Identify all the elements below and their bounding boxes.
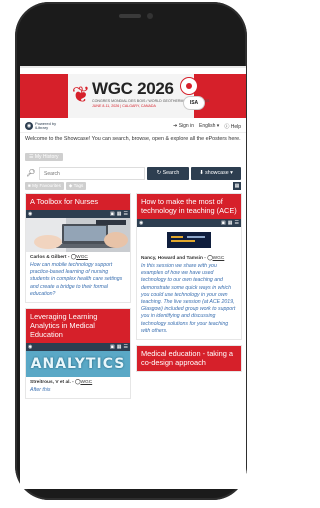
open-icon[interactable]: ▣ (110, 343, 115, 351)
help-link[interactable]: ⓘ Help (224, 123, 241, 130)
menu-icon[interactable]: ☰ (124, 210, 128, 218)
my-history-label: My History (34, 154, 59, 160)
card-title[interactable]: Leveraging Learning Analytics in Medical… (26, 309, 130, 344)
grid-icon[interactable]: ▦ (117, 343, 122, 351)
card-title[interactable]: Medical education - taking a co-design a… (137, 346, 241, 372)
view-icon[interactable]: ◉ (139, 219, 143, 227)
top-links: ➔ Sign in English ▾ ⓘ Help (173, 123, 241, 130)
card-toolbar: ◉ ▣ ▦ ☰ (137, 219, 241, 227)
banner-subline-2: JUNE 8-11, 2026 | CALGARY, CANADA (92, 104, 156, 108)
sign-in-link[interactable]: ➔ Sign in (173, 123, 194, 130)
poster-thumbnail[interactable] (26, 218, 130, 252)
speaker-grille (119, 14, 141, 18)
search-input[interactable] (39, 167, 145, 180)
poster-logo-image (167, 232, 211, 248)
view-icon[interactable]: ◉ (28, 343, 32, 351)
menu-icon[interactable]: ☰ (124, 343, 128, 351)
open-icon[interactable]: ▣ (221, 219, 226, 227)
showcase-dropdown[interactable]: ⬇ showcase ▾ (191, 167, 241, 180)
search-icon: 🔎︎ (26, 170, 36, 177)
column-left: A Toolbox for Nurses ◉ ▣ ▦ ☰ Carlos & Gi… (25, 193, 131, 404)
help-label: Help (230, 123, 241, 130)
brand-icon: ◉ (25, 122, 33, 130)
my-favourites-chip[interactable]: ■ My Favourites (25, 182, 64, 190)
showcase-label: showcase (205, 170, 229, 176)
search-button[interactable]: ↻ Search (147, 167, 189, 180)
brand-line-2: iLibrary (35, 125, 49, 130)
author-name: Nancy, Howard and Tamsin (141, 256, 203, 261)
laptop-hands-image (26, 218, 130, 252)
camera-dot (147, 13, 153, 19)
card-description[interactable]: How can mobile technology support practi… (26, 262, 130, 302)
phone-home-bar (33, 489, 229, 490)
author-name: Streitrous, V et al. (30, 380, 71, 386)
grid-icon[interactable]: ▦ (228, 219, 233, 227)
card-title[interactable]: How to make the most of technology in te… (137, 194, 241, 219)
sign-in-label: Sign in (178, 122, 194, 129)
eposter-grid: A Toolbox for Nurses ◉ ▣ ▦ ☰ Carlos & Gi… (20, 193, 246, 453)
poster-thumbnail[interactable] (137, 227, 241, 253)
open-icon[interactable]: ▣ (110, 210, 115, 218)
card-description[interactable]: In this session we share with you exampl… (137, 263, 241, 339)
phone-screen: ❦ WGC 2026 CONGRES MONDIAL DES BOIS / WO… (20, 66, 246, 489)
view-icon[interactable]: ◉ (28, 210, 32, 218)
tags-chip[interactable]: ◆ Tags (65, 182, 87, 190)
wgc-link[interactable]: WGC (76, 255, 88, 260)
maple-leaf-icon: ❦ (71, 82, 91, 107)
card-author: Carlos & Gilbert - ◯WGC (30, 255, 88, 260)
card-author: Nancy, Howard and Tamsin - ◯WGC (141, 256, 225, 261)
language-label: English (199, 122, 216, 129)
banner-red-block-right (194, 74, 246, 118)
tags-label: Tags (73, 183, 84, 188)
eposter-card[interactable]: Leveraging Learning Analytics in Medical… (25, 308, 131, 400)
welcome-text: Welcome to the Showcase! You can search,… (25, 136, 241, 142)
search-button-label: Search (162, 170, 180, 176)
my-history-button[interactable]: ☰ My History (25, 153, 63, 161)
conference-banner[interactable]: ❦ WGC 2026 CONGRES MONDIAL DES BOIS / WO… (20, 66, 246, 120)
wgc-link[interactable]: WGC (213, 256, 225, 261)
banner-red-block-left (20, 74, 68, 118)
card-author: Streitrous, V et al. - ◯WGC (30, 380, 93, 386)
search-row: 🔎︎ ↻ Search ⬇ showcase ▾ (25, 167, 241, 180)
wgc-seal-icon (180, 77, 198, 95)
grid-icon[interactable]: ▦ (117, 210, 122, 218)
eposter-card[interactable]: A Toolbox for Nurses ◉ ▣ ▦ ☰ Carlos & Gi… (25, 193, 131, 304)
card-description[interactable]: After this (26, 387, 130, 398)
eposter-card[interactable]: Medical education - taking a co-design a… (136, 345, 242, 373)
wgc-link[interactable]: WGC (80, 380, 92, 385)
poster-thumbnail[interactable]: ANALYTICS (26, 351, 130, 378)
analytics-image-text: ANALYTICS (30, 356, 126, 373)
brand-logo[interactable]: ◉ Powered by iLibrary (25, 122, 56, 130)
eposter-card[interactable]: How to make the most of technology in te… (136, 193, 242, 341)
menu-icon[interactable]: ☰ (235, 219, 239, 227)
author-name: Carlos & Gilbert (30, 255, 67, 260)
language-select[interactable]: English ▾ (199, 123, 219, 130)
top-bar: ◉ Powered by iLibrary ➔ Sign in English … (20, 120, 246, 133)
partner-logo: ISA (183, 96, 205, 110)
favourites-label: My Favourites (32, 183, 61, 188)
column-right: How to make the most of technology in te… (136, 193, 242, 377)
card-toolbar: ◉ ▣ ▦ ☰ (26, 210, 130, 218)
filter-row: ■ My Favourites ◆ Tags ▦ (25, 182, 241, 190)
banner-title: WGC 2026 (92, 79, 174, 98)
grid-view-icon[interactable]: ▦ (233, 182, 241, 190)
card-title[interactable]: A Toolbox for Nurses (26, 194, 130, 210)
card-toolbar: ◉ ▣ ▦ ☰ (26, 343, 130, 352)
